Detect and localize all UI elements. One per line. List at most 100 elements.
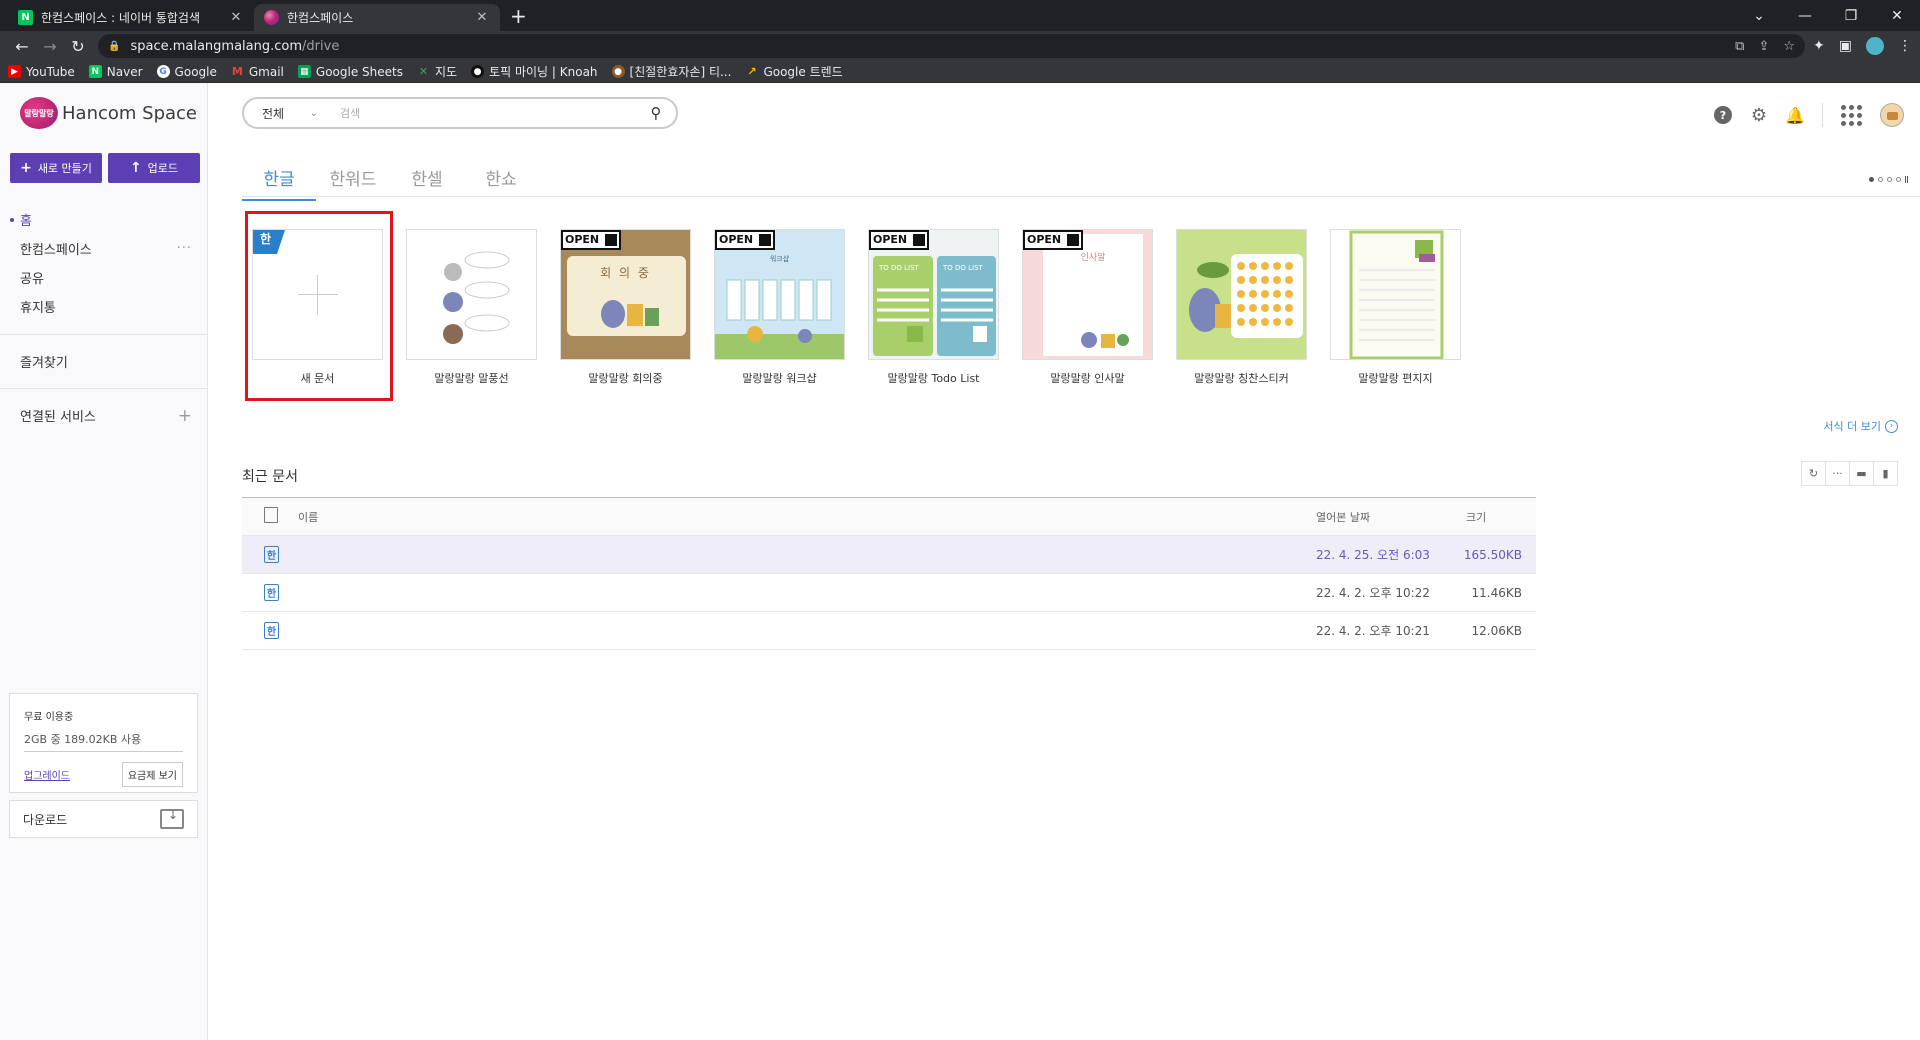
search-scope-select[interactable]: 전체 ⌄ xyxy=(244,105,326,122)
template-label: 새 문서 xyxy=(300,372,335,385)
recent-docs-table: 이름 열어본 날짜 크기 한 22. 4. 25. 오전 6:03 165.50… xyxy=(242,497,1536,650)
table-row[interactable]: 한 22. 4. 2. 오후 10:22 11.46KB xyxy=(242,574,1536,612)
url-field[interactable]: 🔒 space.malangmalang.com/drive ⧉ ⇪ ☆ xyxy=(98,34,1806,58)
template-card-praise-sticker[interactable]: 말랑말랑 칭찬스티커 xyxy=(1176,229,1307,386)
refresh-icon[interactable]: ↻ xyxy=(1801,461,1826,486)
table-row[interactable]: 한 22. 4. 25. 오전 6:03 165.50KB xyxy=(242,536,1536,574)
bookmark-naver[interactable]: N Naver xyxy=(88,65,143,79)
restore-button[interactable]: ❐ xyxy=(1828,8,1874,24)
pager-dot[interactable] xyxy=(1869,177,1874,182)
tab-title: 한컴스페이스 : 네이버 통합검색 xyxy=(41,11,201,25)
sidebar-item-favorites[interactable]: 즐겨찾기 xyxy=(0,347,208,376)
comment-icon[interactable]: ▬ xyxy=(1849,461,1874,486)
upgrade-link[interactable]: 업그레이드 xyxy=(24,767,70,782)
more-icon[interactable]: ··· xyxy=(177,241,192,256)
bell-icon[interactable]: 🔔 xyxy=(1785,106,1805,125)
bookmark-hyojason[interactable]: ● [친절한효자손] 티... xyxy=(611,63,731,80)
close-icon[interactable]: ✕ xyxy=(474,10,490,25)
sidebar-item-trash[interactable]: 휴지통 xyxy=(0,292,208,321)
detail-panel-icon[interactable]: ▮ xyxy=(1873,461,1898,486)
sidebar-item-hancom-space[interactable]: 한컴스페이스 ··· xyxy=(0,234,208,263)
pager-dot[interactable] xyxy=(1887,177,1892,182)
pager-dot[interactable] xyxy=(1878,177,1883,182)
template-label: 말랑말랑 회의중 xyxy=(588,372,663,385)
hancom-icon xyxy=(264,10,279,25)
table-row[interactable]: 한 22. 4. 2. 오후 10:21 12.06KB xyxy=(242,612,1536,650)
open-in-app-icon[interactable]: ⧉ xyxy=(1735,39,1744,54)
gear-icon[interactable]: ⚙ xyxy=(1750,105,1768,126)
search-input[interactable]: 검색 xyxy=(326,105,636,121)
download-label: 다운로드 xyxy=(23,812,68,827)
template-card-speech-bubble[interactable]: 말랑말랑 말풍선 xyxy=(406,229,537,386)
upload-button[interactable]: ↑ 업로드 xyxy=(108,153,200,183)
file-size: 165.50KB xyxy=(1463,547,1522,562)
bookmark-knoah[interactable]: ● 토픽 마이닝 | Knoah xyxy=(471,63,598,80)
browser-tab-hancom[interactable]: 한컴스페이스 ✕ xyxy=(254,4,500,31)
column-opened-date[interactable]: 열어본 날짜 xyxy=(1316,509,1456,525)
pause-icon[interactable] xyxy=(1905,176,1908,183)
apps-grid-icon[interactable] xyxy=(1841,104,1862,126)
tab-search-icon[interactable]: ⌄ xyxy=(1736,8,1782,24)
sidebar-item-label: 홈 xyxy=(20,214,32,229)
search-icon[interactable]: ⚲ xyxy=(636,104,676,122)
template-card-todo-list[interactable]: TO DO LIST TO DO LIST OPEN 말랑말랑 Todo Lis… xyxy=(868,229,999,386)
browser-tab-naver[interactable]: N 한컴스페이스 : 네이버 통합검색 ✕ xyxy=(8,4,254,31)
bookmark-youtube[interactable]: ▶ YouTube xyxy=(8,65,75,79)
add-icon[interactable]: + xyxy=(178,406,192,426)
back-icon[interactable]: ← xyxy=(8,37,36,56)
more-icon[interactable]: ··· xyxy=(1825,461,1850,486)
extension-area: ✦ ▣ ⋮ xyxy=(1813,37,1912,55)
bookmark-star-icon[interactable]: ☆ xyxy=(1783,39,1795,54)
sidebar-item-home[interactable]: 홈 xyxy=(0,205,208,234)
share-icon[interactable]: ⇪ xyxy=(1758,39,1769,54)
hwp-file-icon: 한 xyxy=(264,546,279,563)
sidebar-item-label: 휴지통 xyxy=(20,301,56,316)
carousel-pager xyxy=(1869,176,1908,183)
chevron-down-icon: ⌄ xyxy=(309,107,318,119)
close-window-button[interactable]: ✕ xyxy=(1874,8,1920,24)
pager-dot[interactable] xyxy=(1896,177,1901,182)
sidebar-item-shared[interactable]: 공유 xyxy=(0,263,208,292)
bookmark-trends[interactable]: ↗ Google 트렌드 xyxy=(745,63,843,80)
minimize-button[interactable]: — xyxy=(1782,8,1828,24)
column-name[interactable]: 이름 xyxy=(298,509,1316,525)
extensions-icon[interactable]: ✦ xyxy=(1813,38,1825,54)
menu-icon[interactable]: ⋮ xyxy=(1898,38,1912,54)
user-avatar[interactable] xyxy=(1880,103,1904,127)
bookmark-maps[interactable]: ✕ 지도 xyxy=(416,63,457,80)
hwp-badge-icon: 한 xyxy=(253,230,285,254)
template-card-greeting[interactable]: 인사말 OPEN 말랑말랑 인사말 xyxy=(1022,229,1153,386)
sidepanel-icon[interactable]: ▣ xyxy=(1839,38,1852,54)
reload-icon[interactable]: ↻ xyxy=(64,37,92,56)
bookmark-sheets[interactable]: ▦ Google Sheets xyxy=(297,64,403,79)
template-card-meeting[interactable]: 회 의 중 OPEN 말랑말랑 회의중 xyxy=(560,229,691,386)
plan-label: 무료 이용중 xyxy=(24,712,74,723)
bookmark-label: Google xyxy=(174,64,217,79)
template-card-new-document[interactable]: 한 새 문서 xyxy=(252,229,383,386)
template-card-letter-paper[interactable]: 말랑말랑 편지지 xyxy=(1330,229,1461,386)
forward-icon[interactable]: → xyxy=(36,37,64,56)
more-templates-link[interactable]: 서식 더 보기 › xyxy=(1823,418,1898,434)
bookmark-label: Google Sheets xyxy=(315,64,403,79)
new-button[interactable]: + 새로 만들기 xyxy=(10,153,102,183)
bookmark-google[interactable]: G Google xyxy=(156,64,217,79)
logo[interactable]: 말랑말랑 Hancom Space xyxy=(20,97,197,129)
bookmark-gmail[interactable]: M Gmail xyxy=(230,65,284,79)
sidebar-item-label: 한컴스페이스 xyxy=(20,243,92,258)
sidebar-item-label: 즐겨찾기 xyxy=(20,356,68,371)
sidebar-item-connected-services[interactable]: 연결된 서비스 + xyxy=(0,401,208,430)
help-icon[interactable]: ? xyxy=(1714,106,1732,124)
profile-avatar[interactable] xyxy=(1866,37,1884,55)
template-thumbnail: 한 xyxy=(252,229,383,360)
pricing-button[interactable]: 요금제 보기 xyxy=(121,762,183,787)
template-label: 말랑말랑 말풍선 xyxy=(434,372,509,385)
download-button[interactable]: 다운로드 xyxy=(9,800,198,838)
template-thumbnail: TO DO LIST TO DO LIST OPEN xyxy=(868,229,999,360)
lock-icon[interactable]: 🔒 xyxy=(108,41,120,52)
naver-icon: N xyxy=(18,10,33,25)
new-tab-button[interactable]: + xyxy=(500,4,537,31)
template-card-workshop[interactable]: 워크샵 OPEN 말랑말랑 워크샵 xyxy=(714,229,845,386)
naver-icon: N xyxy=(88,65,102,78)
column-size[interactable]: 크기 xyxy=(1456,509,1536,525)
close-icon[interactable]: ✕ xyxy=(228,10,244,25)
